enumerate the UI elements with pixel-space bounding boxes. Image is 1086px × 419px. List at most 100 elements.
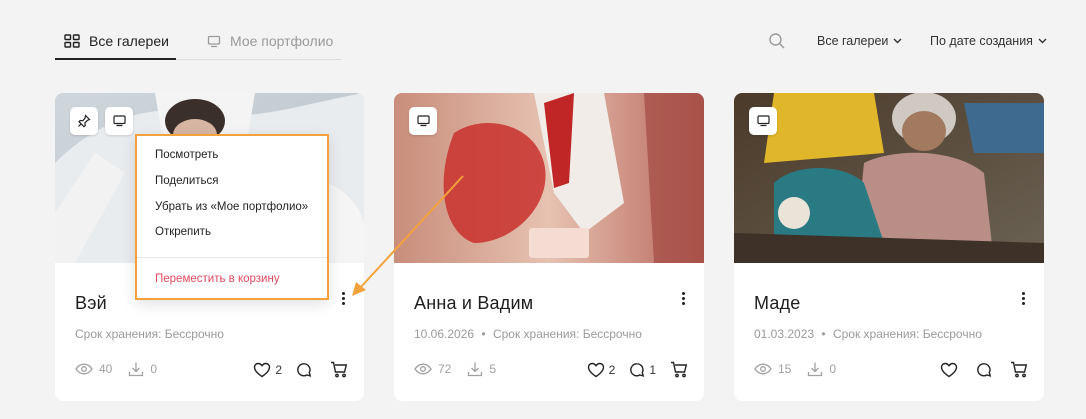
views-stat: 40 (75, 362, 112, 376)
cart-icon (330, 361, 348, 378)
menu-divider (137, 257, 327, 258)
dot (681, 296, 685, 300)
views-count: 72 (438, 362, 452, 376)
cart-button[interactable] (670, 361, 688, 378)
grid-icon (64, 34, 80, 48)
monitor-icon (416, 115, 430, 127)
cart-icon (670, 361, 688, 378)
search-icon (768, 32, 786, 50)
sort-dropdown[interactable]: По дате создания (930, 34, 1047, 48)
pin-icon (77, 114, 91, 128)
gallery-filter-dropdown[interactable]: Все галереи (817, 34, 902, 48)
tab-all-galleries[interactable]: Все галереи (64, 22, 169, 60)
views-count: 40 (99, 362, 113, 376)
likes-count: 2 (608, 362, 616, 377)
more-options-button[interactable] (676, 289, 690, 307)
tab-my-portfolio-label: Мое портфолио (230, 33, 334, 49)
downloads-count: 0 (150, 362, 158, 376)
portfolio-badge (749, 107, 777, 135)
gallery-actions: 2 (239, 361, 348, 378)
like-button[interactable] (940, 362, 962, 378)
gallery-card[interactable]: Маде 01.03.2023 • Срок хранения: Бессроч… (734, 93, 1044, 401)
tab-my-portfolio[interactable]: Мое портфолио (207, 22, 333, 60)
dot (1021, 301, 1025, 305)
gallery-title: Вэй (75, 293, 107, 313)
menu-item-share[interactable]: Поделиться (155, 175, 219, 187)
comments-count: 1 (649, 362, 656, 377)
gallery-date: 10.06.2026 (414, 327, 475, 341)
heart-icon (587, 362, 605, 378)
cart-icon (1010, 361, 1028, 378)
views-stat: 72 (414, 362, 451, 376)
likes-count: 2 (275, 362, 282, 377)
gallery-card[interactable]: Анна и Вадим 10.06.2026 • Срок хранения:… (394, 93, 704, 401)
menu-item-unpin[interactable]: Открепить (155, 226, 211, 238)
comment-button[interactable] (296, 362, 316, 378)
storage-term: Срок хранения: Бессрочно (832, 327, 982, 341)
downloads-count: 0 (829, 362, 837, 376)
eye-icon (75, 363, 93, 375)
gallery-meta: 10.06.2026 • Срок хранения: Бессрочно (414, 327, 642, 341)
gallery-cover-image[interactable] (394, 93, 704, 263)
comment-icon (296, 362, 312, 378)
download-icon (807, 361, 823, 377)
eye-icon (414, 363, 432, 375)
dot (341, 291, 345, 295)
comment-button[interactable] (976, 362, 996, 378)
gallery-meta: Срок хранения: Бессрочно (75, 327, 224, 341)
comment-icon (629, 362, 645, 378)
active-tab-indicator (55, 58, 176, 60)
like-button[interactable]: 2 (253, 362, 282, 378)
gallery-actions (926, 361, 1028, 378)
gallery-cover-image[interactable] (734, 93, 1044, 263)
gallery-meta: 01.03.2023 • Срок хранения: Бессрочно (754, 327, 982, 341)
sort-label: По дате создания (930, 34, 1033, 48)
dot (1021, 291, 1025, 295)
chevron-down-icon (893, 38, 902, 44)
menu-item-view[interactable]: Посмотреть (155, 149, 218, 161)
dot (681, 301, 685, 305)
monitor-icon (207, 35, 221, 48)
monitor-icon (756, 115, 770, 127)
unpin-button[interactable] (70, 107, 98, 135)
meta-separator: • (481, 327, 486, 341)
more-options-button[interactable] (1016, 289, 1030, 307)
dot (1021, 296, 1025, 300)
downloads-stat: 5 (467, 361, 496, 377)
cart-button[interactable] (330, 361, 348, 378)
comment-button[interactable]: 1 (629, 362, 656, 378)
heart-icon (253, 362, 271, 378)
context-menu: Посмотреть Поделиться Убрать из «Мое пор… (135, 134, 329, 300)
dot (341, 301, 345, 305)
download-icon (128, 361, 144, 377)
gallery-date: 01.03.2023 (754, 327, 815, 341)
menu-item-remove-from-portfolio[interactable]: Убрать из «Мое портфолио» (155, 201, 308, 213)
dot (681, 291, 685, 295)
gallery-filter-label: Все галереи (817, 34, 889, 48)
monitor-icon (112, 115, 126, 127)
menu-item-move-to-trash[interactable]: Переместить в корзину (155, 273, 280, 285)
search-button[interactable] (768, 32, 786, 50)
gallery-actions: 2 1 (573, 361, 688, 378)
storage-term: Срок хранения: Бессрочно (492, 327, 642, 341)
dot (341, 296, 345, 300)
portfolio-badge (105, 107, 133, 135)
storage-term: Срок хранения: Бессрочно (75, 327, 224, 341)
gallery-stats: 15 0 (754, 361, 846, 377)
downloads-stat: 0 (807, 361, 836, 377)
gallery-title: Анна и Вадим (414, 293, 534, 313)
meta-separator: • (821, 327, 826, 341)
gallery-stats: 72 5 (414, 361, 506, 377)
tab-all-galleries-label: Все галереи (89, 33, 169, 49)
gallery-title: Маде (754, 293, 801, 313)
heart-icon (940, 362, 958, 378)
like-button[interactable]: 2 (587, 362, 616, 378)
portfolio-badge (409, 107, 437, 135)
more-options-button[interactable] (336, 289, 350, 307)
cart-button[interactable] (1010, 361, 1028, 378)
downloads-count: 5 (489, 362, 497, 376)
gallery-tabs: Все галереи Мое портфолио (55, 22, 341, 60)
eye-icon (754, 363, 772, 375)
views-stat: 15 (754, 362, 791, 376)
chevron-down-icon (1038, 38, 1047, 44)
